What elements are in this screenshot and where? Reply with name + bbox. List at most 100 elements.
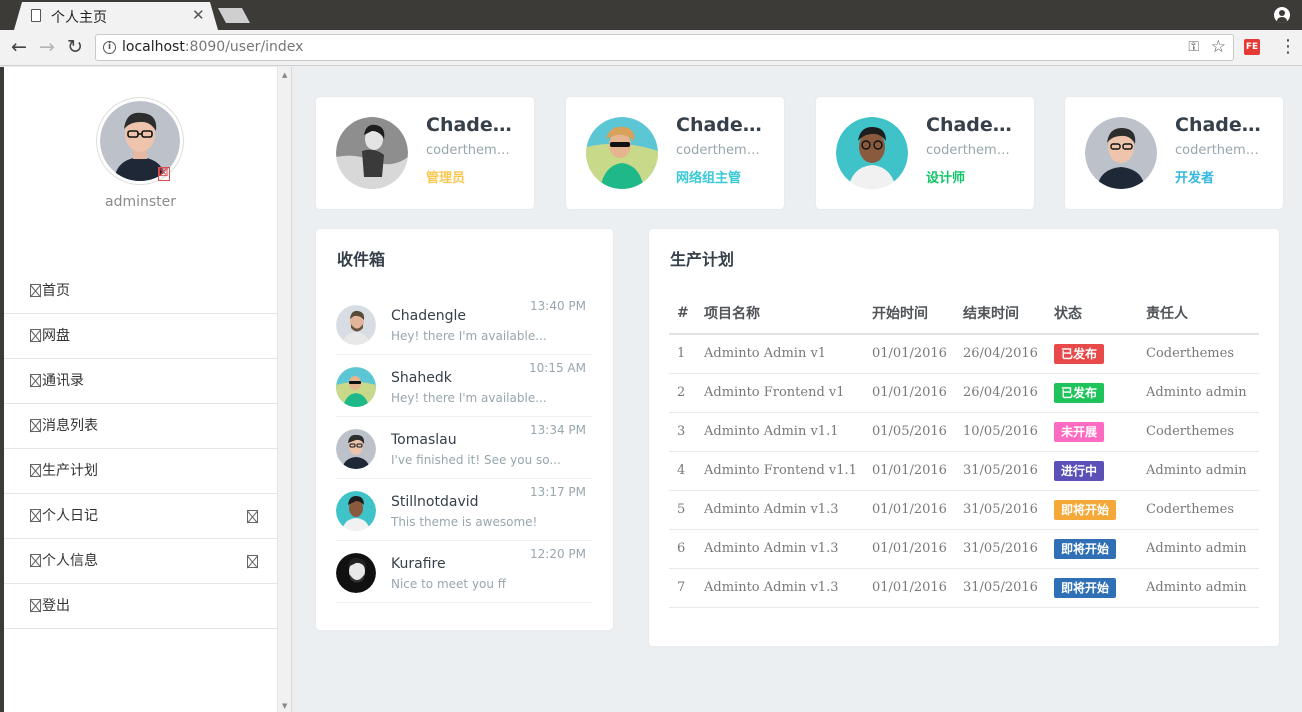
bookmark-star-icon[interactable]: ☆ [1211,37,1226,57]
forward-arrow-icon[interactable]: → [39,36,55,58]
user-card-role: 网络组主管 [676,171,742,186]
sidebar-item-label: 通讯录 [42,373,84,389]
sidebar-item-logout[interactable]: 登出 [4,584,277,629]
owner: Coderthemes [1138,412,1259,452]
inbox-message: Nice to meet you ff [391,577,507,591]
user-avatar-image [336,117,408,189]
end-date: 10/05/2016 [955,412,1046,452]
inbox-title: 收件箱 [337,250,386,269]
production-plan-card: 生产计划 # 项目名称 开始时间 结束时间 状态 责任人 1 Adminto A… [649,229,1279,646]
profile-icon[interactable] [1274,7,1290,23]
status-badge: 进行中 [1054,460,1105,481]
sidebar-menu: 首页 网盘 通讯录 消息列表 生产计划 个人日记 个人信息 登出 [4,269,277,629]
browser-toolbar: ← → ↻ i localhost:8090/user/index ⚿ ☆ FE… [0,30,1302,66]
home-icon [30,284,41,297]
project-name: Adminto Admin v1.1 [696,412,864,452]
inbox-time: 13:17 PM [530,485,586,499]
sidebar-item-label: 登出 [42,598,70,614]
user-avatar-image [836,117,908,189]
inbox-time: 13:40 PM [530,299,586,313]
end-date: 31/05/2016 [955,529,1046,569]
inbox-avatar [336,553,376,593]
start-date: 01/01/2016 [864,451,955,491]
table-row: 4 Adminto Frontend v1.1 01/01/2016 31/05… [669,451,1259,491]
inbox-message: Hey! there I'm available... [391,329,547,343]
contacts-icon [30,374,41,387]
project-name: Adminto Admin v1.3 [696,568,864,608]
inbox-sender: Tomaslau [391,432,457,448]
inbox-sender: Shahedk [391,370,452,386]
user-card-email: coderthemes@gmail.com [676,143,764,158]
end-date: 31/05/2016 [955,568,1046,608]
status-badge: 已发布 [1054,343,1105,364]
inbox-sender: Chadengle [391,308,466,324]
browser-tab[interactable]: 个人主页 ✕ [14,2,218,30]
sidebar-item-contacts[interactable]: 通讯录 [4,359,277,404]
table-header-row: # 项目名称 开始时间 结束时间 状态 责任人 [669,293,1259,335]
start-date: 01/01/2016 [864,529,955,569]
table-row: 1 Adminto Admin v1 01/01/2016 26/04/2016… [669,334,1259,374]
inbox-item[interactable]: Chadengle Hey! there I'm available... 13… [336,293,592,355]
status-cell: 未开展 [1046,412,1138,452]
column-header: 结束时间 [955,293,1046,335]
sidebar-item-messages[interactable]: 消息列表 [4,404,277,449]
scroll-up-icon[interactable]: ▲ [282,71,287,79]
new-tab-button[interactable] [218,8,250,23]
user-card: Chadengle coderthemes@gmail.com 开发者 [1065,97,1283,209]
user-card-name: Chadengle [926,114,1022,136]
user-card-email: coderthemes@gmail.com [1175,143,1263,158]
sidebar-item-profile[interactable]: 个人信息 [4,539,277,584]
browser-tab-bar: 个人主页 ✕ [0,0,1302,30]
inbox-avatar [336,367,376,407]
tab-title: 个人主页 [51,10,107,26]
status-cell: 即将开始 [1046,568,1138,608]
expand-arrow-icon[interactable] [247,555,258,568]
sidebar-username: adminster [104,194,177,210]
inbox-item[interactable]: Stillnotdavid This theme is awesome! 13:… [336,479,592,541]
inbox-time: 12:20 PM [530,547,586,561]
owner: Coderthemes [1138,490,1259,530]
user-avatar[interactable] [96,97,184,185]
scroll-down-icon[interactable]: ▼ [282,702,287,710]
owner: Adminto admin [1138,529,1259,569]
close-tab-icon[interactable]: ✕ [192,6,205,24]
end-date: 26/04/2016 [955,373,1046,413]
inbox-avatar [336,491,376,531]
project-name: Adminto Admin v1.3 [696,529,864,569]
document-icon [31,9,41,22]
user-card-name: Chadengle [1175,114,1271,136]
column-header: 项目名称 [696,293,864,335]
inbox-item[interactable]: Shahedk Hey! there I'm available... 10:1… [336,355,592,417]
inbox-time: 10:15 AM [529,361,586,375]
back-arrow-icon[interactable]: ← [11,36,27,58]
end-date: 31/05/2016 [955,490,1046,530]
user-avatar-image [1085,117,1157,189]
user-card-role: 设计师 [926,171,966,186]
sidebar-item-drive[interactable]: 网盘 [4,314,277,359]
sidebar-item-production-plan[interactable]: 生产计划 [4,449,277,494]
address-bar[interactable]: i localhost:8090/user/index ⚿ ☆ [95,34,1234,61]
inbox-item[interactable]: Tomaslau I've finished it! See you so...… [336,417,592,479]
inbox-sender: Stillnotdavid [391,494,479,510]
browser-menu-icon[interactable]: ⋮ [1279,36,1297,58]
inbox-message: This theme is awesome! [391,515,538,529]
inbox-item[interactable]: Kurafire Nice to meet you ff 12:20 PM [336,541,592,603]
table-row: 7 Adminto Admin v1.3 01/01/2016 31/05/20… [669,568,1259,608]
project-name: Adminto Frontend v1.1 [696,451,864,491]
sidebar-item-diary[interactable]: 个人日记 [4,494,277,539]
project-name: Adminto Admin v1.3 [696,490,864,530]
owner: Adminto admin [1138,373,1259,413]
inbox-card: 收件箱 Chadengle Hey! there I'm available..… [316,229,613,630]
reload-icon[interactable]: ↻ [67,36,83,58]
key-icon[interactable]: ⚿ [1188,39,1199,55]
sidebar-item-label: 生产计划 [42,463,98,479]
expand-arrow-icon[interactable] [247,510,258,523]
user-card-name: Chadengle [676,114,772,136]
extension-icon[interactable]: FE [1244,39,1260,55]
sidebar-item-home[interactable]: 首页 [4,269,277,314]
row-id: 1 [669,334,696,374]
sidebar-scrollbar[interactable]: ▲ ▼ [277,67,292,712]
info-icon[interactable]: i [103,41,116,54]
sidebar-item-label: 首页 [42,283,70,299]
status-badge: 已发布 [1054,382,1105,403]
